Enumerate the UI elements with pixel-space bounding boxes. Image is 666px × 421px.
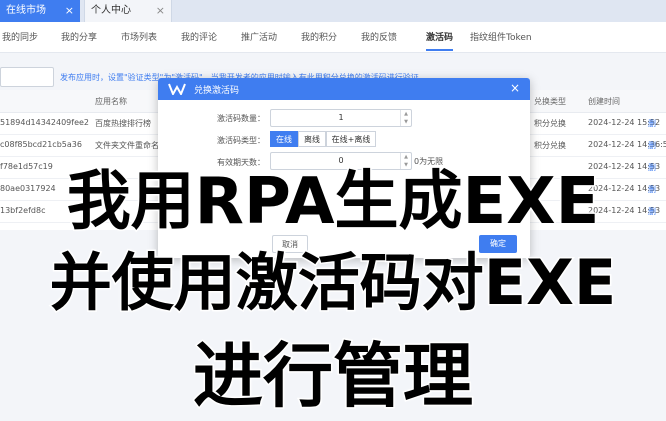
close-icon[interactable]: × <box>156 0 165 22</box>
app-cell: 百度热搜排行榜 <box>95 119 151 128</box>
quantity-stepper[interactable]: 1 ▲ ▼ <box>270 109 412 127</box>
banner-line-3: 进行管理 <box>192 334 475 419</box>
stepper-buttons[interactable]: ▲ ▼ <box>400 110 411 126</box>
nav-item-share[interactable]: 我的分享 <box>61 30 97 43</box>
nav-item-activation-codes[interactable]: 激活码 <box>426 30 454 51</box>
nav-item-sync[interactable]: 我的同步 <box>2 30 38 43</box>
chevron-down-icon[interactable]: ▼ <box>401 118 411 126</box>
tab-label: 在线市场 <box>6 5 46 16</box>
nav-menu: 我的同步 我的分享 市场列表 我的评论 推广活动 我的积分 我的反馈 激活码 指… <box>0 22 666 53</box>
dialog-title: 兑换激活码 <box>194 86 240 96</box>
nav-item-comments[interactable]: 我的评论 <box>181 30 217 43</box>
dialog-header: 兑换激活码 × <box>158 78 530 100</box>
type-option-online[interactable]: 在线 <box>270 131 298 147</box>
chevron-up-icon[interactable]: ▲ <box>401 110 411 118</box>
close-icon[interactable]: × <box>510 81 520 95</box>
delete-link[interactable]: 删 <box>648 118 656 129</box>
tab-personal-center[interactable]: 个人中心 × <box>84 0 172 22</box>
code-cell: 51894d14342409fee2 <box>0 118 89 127</box>
nav-item-market-list[interactable]: 市场列表 <box>121 30 157 43</box>
nav-item-feedback[interactable]: 我的反馈 <box>361 30 397 43</box>
type-label: 激活码类型： <box>217 136 265 145</box>
logo-icon <box>168 83 186 95</box>
tab-label: 个人中心 <box>91 5 131 16</box>
banner-line-2: 并使用激活码对EXE <box>48 245 618 321</box>
code-cell: c08f85bcd21cb5a36 <box>0 140 82 149</box>
column-header-time: 创建时间 <box>588 97 620 106</box>
quantity-label: 激活码数量： <box>217 114 265 123</box>
nav-item-fingerprint-token[interactable]: 指纹组件Token <box>470 30 532 43</box>
column-header-app: 应用名称 <box>95 97 127 106</box>
type-option-online-offline[interactable]: 在线+离线 <box>326 131 376 147</box>
nav-item-points[interactable]: 我的积分 <box>301 30 337 43</box>
search-input[interactable] <box>0 67 54 87</box>
tab-bar: 在线市场 × 个人中心 × <box>0 0 666 23</box>
column-header-type: 兑换类型 <box>534 97 566 106</box>
type-option-offline[interactable]: 离线 <box>298 131 326 147</box>
quantity-value: 1 <box>338 113 344 122</box>
close-icon[interactable]: × <box>65 0 74 22</box>
nav-item-promotions[interactable]: 推广活动 <box>241 30 277 43</box>
banner-line-1: 我用RPA生成EXE <box>65 164 601 241</box>
type-cell: 积分兑换 <box>534 119 566 128</box>
tab-online-market[interactable]: 在线市场 × <box>0 0 80 22</box>
